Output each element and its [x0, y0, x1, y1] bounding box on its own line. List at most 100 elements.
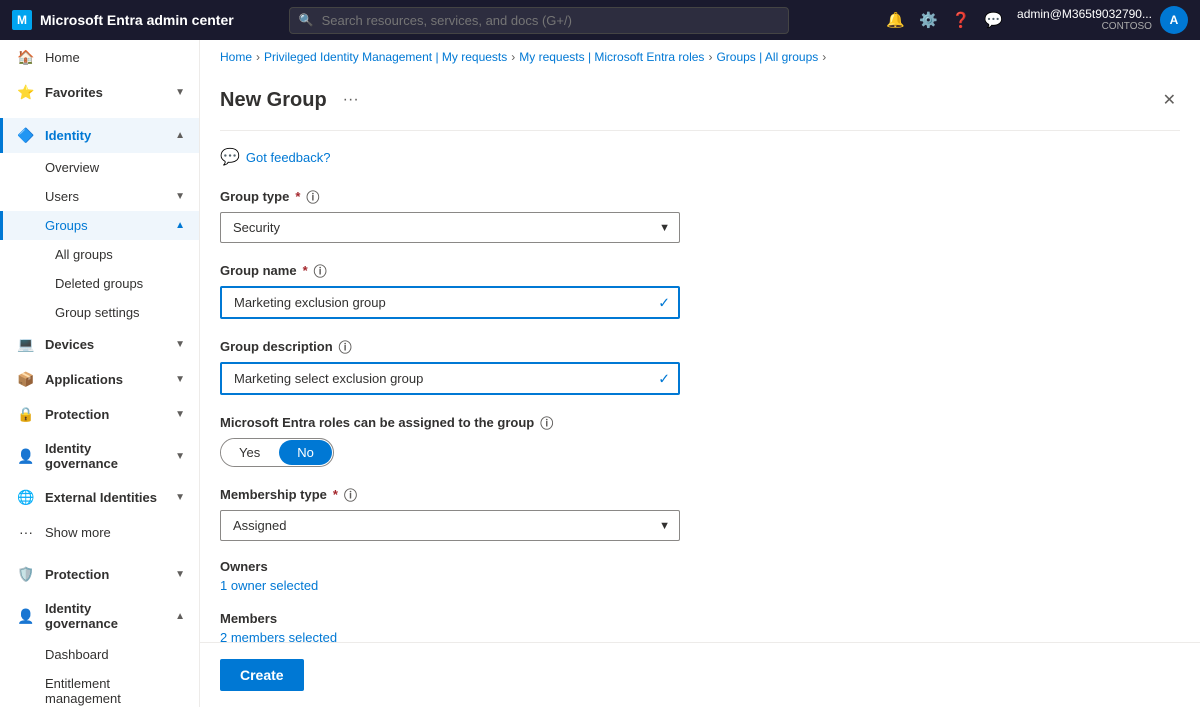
- sidebar-item-favorites[interactable]: ⭐ Favorites ▼: [0, 75, 199, 110]
- form-group-owners: Owners 1 owner selected: [220, 559, 1180, 593]
- membership-type-label: Membership type * ⓘ: [220, 485, 1180, 504]
- group-name-input[interactable]: [220, 286, 680, 319]
- sidebar-item-identity[interactable]: 🔷 Identity ▲: [0, 118, 199, 153]
- identity-label: Identity: [45, 128, 165, 143]
- help-icon[interactable]: ❓: [952, 11, 971, 29]
- settings-icon[interactable]: ⚙️: [919, 11, 938, 29]
- entra-roles-info-icon[interactable]: ⓘ: [540, 413, 553, 432]
- user-menu[interactable]: admin@M365t9032790... CONTOSO A: [1017, 6, 1188, 34]
- sidebar-subitem-all-groups[interactable]: All groups: [0, 240, 199, 269]
- external-identities-label: External Identities: [45, 490, 165, 505]
- sidebar-item-identity-governance-bottom[interactable]: 👤 Identity governance ▲: [0, 592, 199, 640]
- create-button[interactable]: Create: [220, 659, 304, 691]
- avatar[interactable]: A: [1160, 6, 1188, 34]
- identity-governance-chevron: ▼: [175, 451, 185, 462]
- group-description-input-wrapper: ✓: [220, 362, 680, 395]
- form-group-description: Group description ⓘ ✓: [220, 337, 1180, 395]
- devices-icon: 💻: [17, 336, 35, 353]
- breadcrumb: Home › Privileged Identity Management | …: [200, 40, 1200, 74]
- applications-label: Applications: [45, 372, 165, 387]
- sidebar-item-protection[interactable]: 🔒 Protection ▼: [0, 397, 199, 432]
- panel-menu-button[interactable]: ···: [337, 89, 365, 111]
- toggle-yes-button[interactable]: Yes: [221, 439, 278, 466]
- form-group-name: Group name * ⓘ ✓: [220, 261, 1180, 319]
- search-input[interactable]: [289, 7, 789, 34]
- sidebar-subitem-groups[interactable]: Groups▲: [0, 211, 199, 240]
- sidebar-item-external-identities[interactable]: 🌐 External Identities ▼: [0, 480, 199, 515]
- sidebar-subitem-entitlement-management[interactable]: Entitlement management: [0, 669, 199, 707]
- group-description-label: Group description ⓘ: [220, 337, 1180, 356]
- org-label: CONTOSO: [1017, 21, 1152, 33]
- group-name-input-wrapper: ✓: [220, 286, 680, 319]
- sidebar-subitem-users[interactable]: Users▼: [0, 182, 199, 211]
- group-description-input[interactable]: [220, 362, 680, 395]
- toggle-no-button[interactable]: No: [279, 440, 332, 465]
- sidebar-item-identity-governance[interactable]: 👤 Identity governance ▼: [0, 432, 199, 480]
- brand-label: Microsoft Entra admin center: [40, 12, 234, 28]
- content-area: Home › Privileged Identity Management | …: [200, 40, 1200, 707]
- identity-chevron: ▲: [175, 130, 185, 141]
- brand-icon: M: [12, 10, 32, 30]
- breadcrumb-my-requests[interactable]: My requests | Microsoft Entra roles: [519, 50, 704, 64]
- sidebar-subitem-deleted-groups[interactable]: Deleted groups: [0, 269, 199, 298]
- favorites-chevron: ▼: [175, 87, 185, 98]
- panel-close-button[interactable]: ✕: [1159, 86, 1180, 114]
- breadcrumb-home[interactable]: Home: [220, 50, 252, 64]
- membership-type-info-icon[interactable]: ⓘ: [344, 485, 357, 504]
- notification-icon[interactable]: 🔔: [886, 11, 905, 29]
- breadcrumb-sep-1: ›: [256, 50, 260, 64]
- protection-label: Protection: [45, 407, 165, 422]
- breadcrumb-sep-2: ›: [511, 50, 515, 64]
- feedback-row[interactable]: 💬 Got feedback?: [220, 147, 1180, 167]
- show-more-icon: ···: [17, 524, 35, 540]
- group-type-select[interactable]: Security Microsoft 365: [220, 212, 680, 243]
- panel-title: New Group: [220, 89, 327, 112]
- devices-chevron: ▼: [175, 339, 185, 350]
- sidebar-show-more[interactable]: ··· Show more: [0, 515, 199, 549]
- sidebar-subitem-group-settings[interactable]: Group settings: [0, 298, 199, 327]
- identity-governance-bottom-chevron: ▲: [175, 611, 185, 622]
- username-label: admin@M365t9032790...: [1017, 7, 1152, 21]
- form-group-membership-type: Membership type * ⓘ Assigned Dynamic Use…: [220, 485, 1180, 541]
- membership-type-select-wrapper: Assigned Dynamic User Dynamic Device ▼: [220, 510, 680, 541]
- breadcrumb-pim[interactable]: Privileged Identity Management | My requ…: [264, 50, 507, 64]
- form-group-entra-roles: Microsoft Entra roles can be assigned to…: [220, 413, 1180, 467]
- feedback-icon[interactable]: 💬: [984, 11, 1003, 29]
- identity-governance-bottom-label: Identity governance: [45, 601, 165, 631]
- external-identities-chevron: ▼: [175, 492, 185, 503]
- group-type-select-wrapper: Security Microsoft 365 ▼: [220, 212, 680, 243]
- favorites-icon: ⭐: [17, 84, 35, 101]
- membership-type-required: *: [333, 487, 338, 502]
- applications-chevron: ▼: [175, 374, 185, 385]
- sidebar-subitem-overview[interactable]: Overview: [0, 153, 199, 182]
- group-name-info-icon[interactable]: ⓘ: [314, 261, 327, 280]
- sidebar-home-label: Home: [45, 50, 185, 65]
- feedback-label: Got feedback?: [246, 150, 331, 165]
- search-bar[interactable]: 🔍: [289, 7, 789, 34]
- devices-label: Devices: [45, 337, 165, 352]
- membership-type-select[interactable]: Assigned Dynamic User Dynamic Device: [220, 510, 680, 541]
- protection-bottom-label: Protection: [45, 567, 165, 582]
- sidebar-item-devices[interactable]: 💻 Devices ▼: [0, 327, 199, 362]
- panel-header: New Group ··· ✕: [220, 74, 1180, 131]
- protection-bottom-chevron: ▼: [175, 569, 185, 580]
- applications-icon: 📦: [17, 371, 35, 388]
- breadcrumb-sep-4: ›: [822, 50, 826, 64]
- sidebar-item-applications[interactable]: 📦 Applications ▼: [0, 362, 199, 397]
- group-type-info-icon[interactable]: ⓘ: [306, 187, 319, 206]
- search-icon: 🔍: [299, 13, 314, 27]
- group-type-label: Group type * ⓘ: [220, 187, 1180, 206]
- protection-bottom-icon: 🛡️: [17, 566, 35, 583]
- main-layout: 🏠 Home ⭐ Favorites ▼ 🔷 Identity ▲ Overvi…: [0, 40, 1200, 707]
- breadcrumb-sep-3: ›: [708, 50, 712, 64]
- group-description-info-icon[interactable]: ⓘ: [339, 337, 352, 356]
- external-identities-icon: 🌐: [17, 489, 35, 506]
- sidebar-item-home[interactable]: 🏠 Home: [0, 40, 199, 75]
- sidebar-subitem-dashboard[interactable]: Dashboard: [0, 640, 199, 669]
- owners-link[interactable]: 1 owner selected: [220, 578, 318, 593]
- sidebar-item-protection-bottom[interactable]: 🛡️ Protection ▼: [0, 557, 199, 592]
- feedback-icon: 💬: [220, 147, 240, 167]
- entra-roles-label: Microsoft Entra roles can be assigned to…: [220, 413, 1180, 432]
- breadcrumb-groups[interactable]: Groups | All groups: [716, 50, 818, 64]
- form-group-type: Group type * ⓘ Security Microsoft 365 ▼: [220, 187, 1180, 243]
